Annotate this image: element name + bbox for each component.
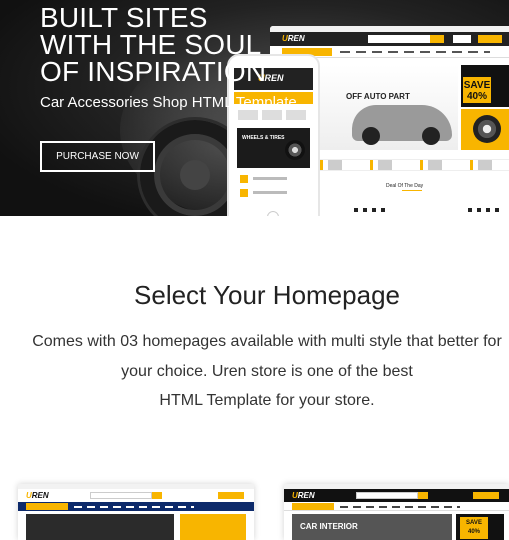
hero-subtitle: Car Accessories Shop HTML Template	[40, 94, 297, 111]
preview-hero-banner	[26, 514, 174, 540]
phone-screen: UREN WHEELS & TIRES	[234, 68, 313, 216]
section-title: Select Your Homepage	[134, 280, 400, 310]
preview-search-button	[418, 492, 428, 499]
mockup-hero-slider: OFF AUTO PART	[312, 65, 458, 150]
phone-feature-item	[237, 188, 310, 198]
preview-logo: UREN	[292, 491, 315, 500]
mockup-countdown	[468, 208, 504, 212]
mockup-logo: UREN	[282, 34, 305, 43]
section-description: Comes with 03 homepages available with m…	[22, 327, 509, 416]
preview-search-bar	[90, 492, 152, 499]
hero-banner: BUILT SITES WITH THE SOUL OF INSPIRATION…	[0, 0, 509, 216]
preview-cart-icon	[473, 492, 499, 499]
mockup-deal-underline	[402, 190, 422, 191]
mockup-cart-icon	[478, 35, 502, 43]
preview-search-button	[152, 492, 162, 499]
preview-cart-icon	[218, 492, 244, 499]
preview-search-bar	[356, 492, 418, 499]
preview-hero-banner: CAR INTERIOR	[292, 514, 452, 540]
hero-title-line: OF INSPIRATION	[40, 56, 267, 87]
phone-info-row	[238, 110, 309, 120]
mockup-deal-title: Deal Of The Day	[386, 183, 424, 189]
preview-save-badge: SAVE 40%	[460, 517, 488, 539]
preview-logo: UREN	[26, 491, 49, 500]
preview-nav	[284, 502, 509, 511]
section-description-line: Comes with 03 homepages available with m…	[32, 333, 502, 350]
preview-side-banner	[180, 514, 246, 540]
mockup-countdown	[354, 208, 390, 212]
feature-icon	[240, 189, 248, 197]
preview-category-button	[292, 503, 334, 510]
preview-side-banner: SAVE 40%	[456, 514, 504, 540]
mockup-promo-banner: SAVE 40%	[461, 65, 509, 107]
mockup-save-badge: SAVE 40%	[463, 77, 491, 103]
preview-banner-text: CAR INTERIOR	[300, 522, 358, 531]
mockup-features-strip	[312, 159, 509, 171]
mockup-car-image	[352, 105, 452, 145]
hero-title-line: BUILT SITES	[40, 2, 208, 33]
preview-header: UREN	[18, 489, 254, 502]
preview-nav-items	[340, 506, 460, 508]
phone-home-button	[267, 211, 279, 216]
hero-title: BUILT SITES WITH THE SOUL OF INSPIRATION	[40, 2, 267, 87]
mockup-header: UREN	[270, 32, 509, 46]
mockup-search-button	[430, 35, 444, 43]
phone-feature-item	[237, 174, 310, 184]
preview-nav	[18, 502, 254, 511]
mockup-search-bar	[368, 35, 430, 43]
preview-header: UREN	[284, 489, 509, 502]
mockup-nav-items	[340, 51, 490, 53]
preview-category-button	[26, 503, 68, 510]
mockup-wheel-banner	[461, 109, 509, 150]
hero-title-line: WITH THE SOUL	[40, 29, 262, 60]
mockup-phone-box	[453, 35, 471, 43]
purchase-now-button[interactable]: PURCHASE NOW	[40, 141, 155, 172]
phone-banner-text: WHEELS & TIRES	[242, 135, 285, 141]
mockup-hero-headline: OFF AUTO PART	[346, 92, 410, 101]
phone-banner: WHEELS & TIRES	[237, 128, 310, 168]
wheel-rim-image	[473, 115, 501, 143]
section-description-line: HTML Template for your store.	[159, 392, 375, 409]
homepage-preview-2[interactable]: UREN CAR INTERIOR SAVE 40%	[284, 484, 509, 540]
homepage-preview-1[interactable]: UREN	[18, 484, 254, 540]
section-description-line: your choice. Uren store is one of the be…	[121, 362, 413, 380]
feature-icon	[240, 175, 248, 183]
preview-nav-items	[74, 506, 194, 508]
wheel-rim-image	[285, 140, 305, 160]
